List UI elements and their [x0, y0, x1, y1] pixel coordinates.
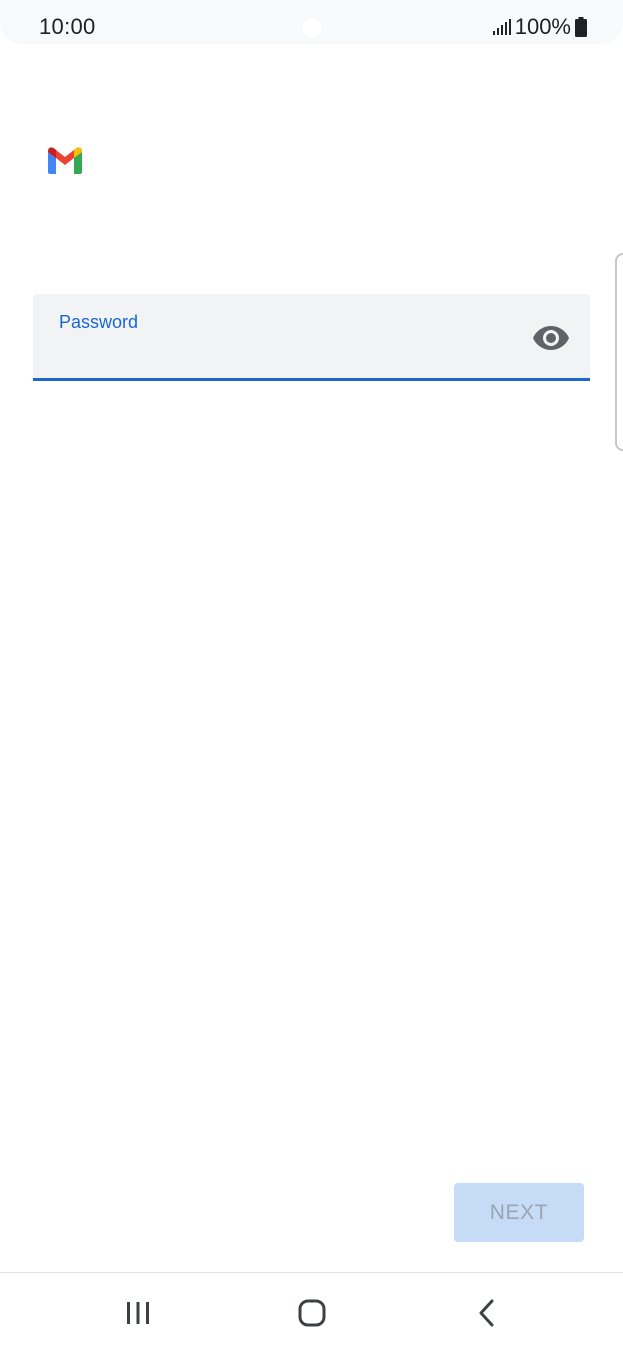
- gmail-logo-icon: [47, 146, 83, 174]
- signal-bars-icon: [492, 19, 511, 35]
- camera-cutout: [302, 18, 322, 38]
- password-label: Password: [59, 312, 139, 332]
- edge-panel-handle[interactable]: [615, 253, 623, 451]
- status-indicators: 100%: [492, 14, 587, 40]
- eye-icon[interactable]: [532, 324, 570, 352]
- home-icon[interactable]: [292, 1297, 332, 1329]
- back-icon[interactable]: [467, 1297, 507, 1329]
- next-button[interactable]: NEXT: [454, 1183, 584, 1242]
- recents-icon[interactable]: [118, 1297, 158, 1329]
- battery-icon: [575, 17, 587, 37]
- status-bar: 10:00 100%: [0, 0, 623, 44]
- status-time: 10:00: [39, 14, 96, 39]
- navigation-bar: [0, 1272, 623, 1349]
- screen: 10:00 100% Password NEXT: [0, 0, 623, 1349]
- password-field[interactable]: Password: [33, 294, 590, 381]
- battery-percent: 100%: [514, 14, 571, 39]
